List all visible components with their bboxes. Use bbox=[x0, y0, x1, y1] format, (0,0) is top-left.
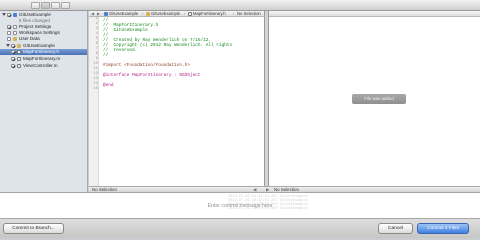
jump-bar-symbol[interactable]: No Selection bbox=[237, 11, 261, 17]
line-number-gutter: 1 2 3 4 5 6 7 8 9 10 11 12 13 14 15 bbox=[89, 17, 99, 192]
source-editor[interactable]: ◀ ▶ GitUseExample › GitUseExample › MapF… bbox=[89, 11, 264, 192]
header-file-icon bbox=[188, 12, 192, 16]
checkbox-icon[interactable] bbox=[11, 57, 15, 61]
file-added-notice: File was added bbox=[352, 94, 406, 104]
flat-view-icon[interactable] bbox=[51, 2, 60, 9]
code-line: // bbox=[103, 53, 109, 58]
disclosure-triangle-icon[interactable] bbox=[2, 13, 6, 16]
path-separator-icon: › bbox=[233, 11, 235, 16]
jump-bar-file[interactable]: MapForItinerary.h bbox=[193, 11, 226, 17]
settings-file-icon bbox=[13, 25, 17, 29]
line-number: 6 bbox=[95, 42, 98, 46]
sidebar-item-label: MapForItinerary.m bbox=[23, 56, 61, 61]
xcode-project-icon bbox=[104, 12, 108, 16]
commit-to-branch-button[interactable]: Commit to Branch... bbox=[3, 223, 64, 234]
disclosure-triangle-icon[interactable] bbox=[6, 44, 10, 47]
sidebar-item-mapforitinerary-m[interactable]: MapForItinerary.m bbox=[0, 56, 87, 62]
source-file-icon bbox=[17, 57, 21, 61]
line-number: 12 bbox=[93, 72, 98, 76]
folder-icon bbox=[13, 37, 17, 41]
line-number: 2 bbox=[95, 22, 98, 26]
checkbox-icon[interactable] bbox=[11, 64, 15, 68]
source-file-icon bbox=[17, 64, 21, 68]
line-number: 15 bbox=[93, 87, 98, 91]
sidebar-item-label: ViewController.m bbox=[23, 63, 58, 68]
settings-file-icon bbox=[13, 31, 17, 35]
xcode-project-icon bbox=[13, 13, 17, 17]
sidebar-item-label: MapForItinerary.h bbox=[23, 49, 59, 54]
commit-message-area: 2012-07-16 18:14:51.287 GitUseExample 20… bbox=[0, 192, 480, 219]
top-toolbar bbox=[0, 0, 480, 11]
path-separator-icon: › bbox=[184, 11, 186, 16]
line-number: 14 bbox=[93, 82, 98, 86]
line-number: 3 bbox=[95, 27, 98, 31]
code-line: #import <Foundation/Foundation.h> bbox=[103, 63, 190, 68]
folder-icon bbox=[146, 12, 150, 16]
checkbox-icon[interactable] bbox=[11, 50, 15, 54]
sidebar-item-user-data[interactable]: User Data bbox=[0, 36, 87, 42]
checkbox-icon[interactable] bbox=[7, 13, 11, 17]
cancel-button[interactable]: Cancel bbox=[378, 223, 413, 234]
line-number: 1 bbox=[95, 17, 98, 21]
header-file-icon bbox=[17, 50, 21, 54]
folder-navigator-icon[interactable] bbox=[31, 2, 40, 9]
line-number: 8 bbox=[95, 52, 98, 56]
jump-bar-project[interactable]: GitUseExample bbox=[109, 11, 138, 17]
code-line: // GitUseExample bbox=[103, 28, 148, 33]
sidebar-item-label: User Data bbox=[19, 36, 40, 41]
jump-bar-group[interactable]: GitUseExample bbox=[151, 11, 180, 17]
code-line: @end bbox=[103, 83, 114, 88]
commit-message-input[interactable] bbox=[0, 193, 480, 218]
line-number: 7 bbox=[95, 47, 98, 51]
sidebar-item-mapforitinerary-h[interactable]: MapForItinerary.h bbox=[0, 49, 87, 55]
line-number: 9 bbox=[95, 57, 98, 61]
file-navigator: GitUseExample 6 files changed Project Se… bbox=[0, 11, 88, 192]
line-number: 13 bbox=[93, 77, 98, 81]
sidebar-item-viewcontroller-m[interactable]: ViewController.m bbox=[0, 63, 87, 69]
line-number: 4 bbox=[95, 32, 98, 36]
commit-sheet-footer: Commit to Branch... Cancel Commit 4 File… bbox=[0, 219, 480, 238]
commit-files-button[interactable]: Commit 4 Files bbox=[417, 223, 469, 234]
folder-icon bbox=[17, 44, 21, 48]
line-number: 11 bbox=[93, 67, 98, 71]
jump-bar: ◀ ▶ GitUseExample › GitUseExample › MapF… bbox=[89, 11, 264, 17]
path-separator-icon: › bbox=[142, 11, 144, 16]
checkbox-icon[interactable] bbox=[7, 37, 11, 41]
list-view-icon[interactable] bbox=[41, 2, 50, 9]
line-number: 5 bbox=[95, 37, 98, 41]
checkbox-icon[interactable] bbox=[7, 25, 11, 29]
grid-view-icon[interactable] bbox=[61, 2, 70, 9]
line-number: 10 bbox=[93, 62, 98, 66]
checkbox-icon[interactable] bbox=[7, 31, 11, 35]
code-line: @interface MapForItinerary : NSObject bbox=[103, 73, 201, 78]
comparison-jump-bar bbox=[269, 11, 480, 17]
checkbox-icon[interactable] bbox=[11, 44, 15, 48]
